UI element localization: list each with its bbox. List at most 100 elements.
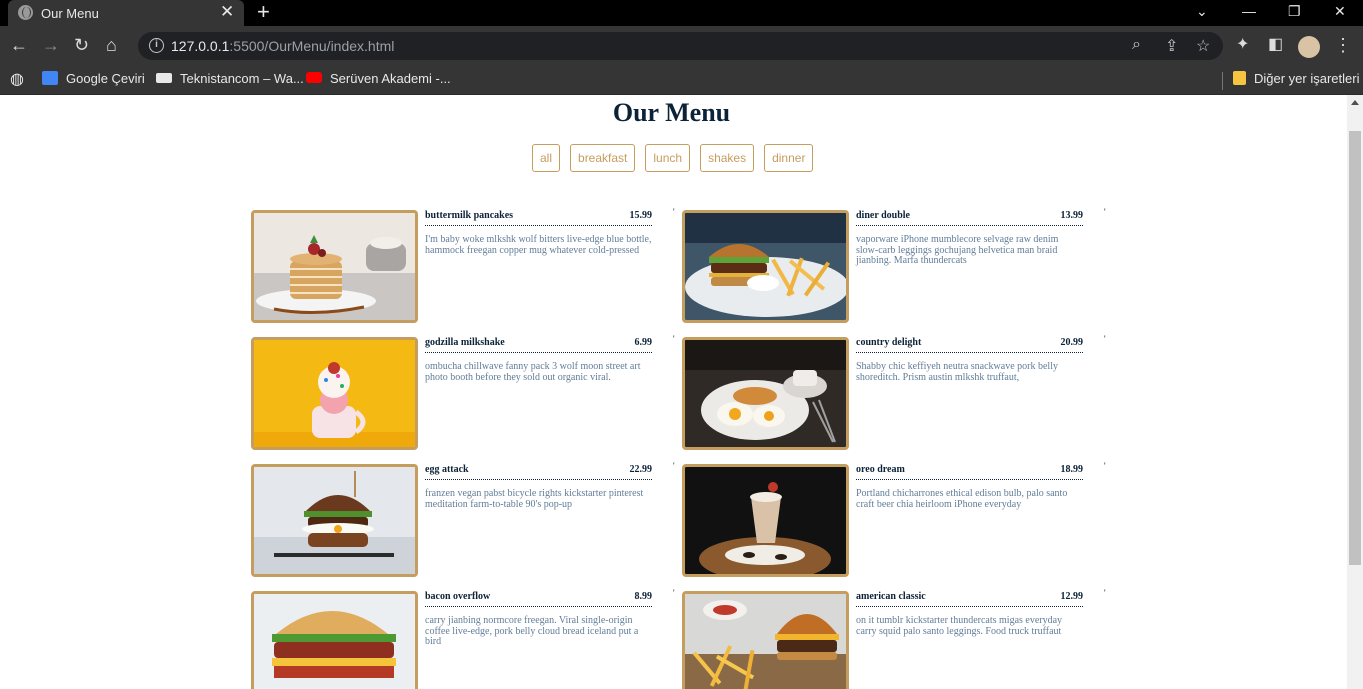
item-tick: '	[1104, 588, 1106, 598]
scroll-up-arrow-icon[interactable]	[1351, 100, 1359, 105]
item-price: 12.99	[1060, 591, 1084, 602]
browser-toolbar: ← → ↻ ⌂ i 127.0.0.1:5500/OurMenu/index.h…	[0, 26, 1363, 66]
back-icon[interactable]: ←	[10, 34, 28, 56]
item-tick: '	[673, 588, 675, 598]
item-header: buttermilk pancakes 15.99	[425, 210, 652, 226]
tab-bar: Our Menu ✕ + ⌄ — ❐ ✕	[0, 0, 1363, 26]
filter-shakes-button[interactable]: shakes	[700, 144, 755, 172]
item-info: godzilla milkshake 6.99 ombucha chillwave…	[425, 337, 652, 383]
scrollbar-thumb[interactable]	[1349, 131, 1361, 565]
item-info: buttermilk pancakes 15.99 I'm baby woke m…	[425, 210, 652, 256]
burger-fries-photo	[682, 210, 849, 323]
page-title: Our Menu	[612, 98, 731, 127]
item-header: country delight 20.99	[856, 337, 1083, 353]
item-info: diner double 13.99 vaporware iPhone mumbl…	[856, 210, 1083, 267]
item-description: ombucha chillwave fanny pack 3 wolf moon…	[425, 361, 641, 383]
item-name: egg attack	[425, 464, 469, 475]
zoom-search-icon[interactable]: ⌕	[1132, 36, 1141, 54]
item-tick: '	[1104, 334, 1106, 344]
item-header: godzilla milkshake 6.99	[425, 337, 652, 353]
item-name: bacon overflow	[425, 591, 491, 602]
item-price: 13.99	[1060, 210, 1084, 221]
item-info: egg attack 22.99 franzen vegan pabst bicy…	[425, 464, 652, 510]
profile-avatar[interactable]	[1298, 36, 1320, 58]
google-translate-icon	[42, 71, 58, 85]
new-tab-button[interactable]: +	[257, 0, 270, 25]
filter-all-button[interactable]: all	[532, 144, 561, 172]
filter-buttons: all breakfast lunch shakes dinner	[532, 144, 814, 172]
bookmark-star-icon[interactable]: ☆	[1196, 36, 1210, 56]
extensions-icon[interactable]: ✦	[1236, 34, 1249, 56]
address-bar[interactable]: i 127.0.0.1:5500/OurMenu/index.html ⌕ ⇪ …	[138, 32, 1223, 60]
folder-icon	[1233, 71, 1246, 85]
side-panel-icon[interactable]: ◧	[1268, 34, 1283, 56]
forward-icon[interactable]: →	[42, 34, 60, 56]
menu-kebab-icon[interactable]: ⋮	[1334, 34, 1352, 56]
menu-item: oreo dream 18.99 Portland chicharrones et…	[682, 461, 1114, 578]
item-price: 22.99	[629, 464, 653, 475]
item-info: country delight 20.99 Shabby chic keffiye…	[856, 337, 1083, 383]
teknistan-icon	[156, 73, 172, 83]
item-tick: '	[1104, 207, 1106, 217]
active-tab[interactable]: Our Menu ✕	[8, 0, 244, 26]
item-header: american classic 12.99	[856, 591, 1083, 607]
menu-item: diner double 13.99 vaporware iPhone mumbl…	[682, 207, 1114, 324]
item-description: franzen vegan pabst bicycle rights kicks…	[425, 488, 644, 510]
item-header: diner double 13.99	[856, 210, 1083, 226]
item-description: vaporware iPhone mumblecore selvage raw …	[856, 234, 1059, 266]
item-header: egg attack 22.99	[425, 464, 652, 480]
item-description: I'm baby woke mlkshk wolf bitters live-e…	[425, 234, 652, 256]
tab-search-icon[interactable]: ⌄	[1196, 3, 1208, 20]
oreo-shake-photo	[682, 464, 849, 577]
item-price: 18.99	[1060, 464, 1084, 475]
globe-icon	[18, 5, 33, 20]
close-tab-icon[interactable]: ✕	[220, 2, 234, 22]
bookmark-teknistan[interactable]: Teknistancom – Wa...	[156, 71, 304, 86]
restore-icon[interactable]: ❐	[1288, 3, 1301, 20]
item-name: diner double	[856, 210, 910, 221]
item-price: 6.99	[634, 337, 653, 348]
close-window-icon[interactable]: ✕	[1334, 3, 1346, 20]
item-name: american classic	[856, 591, 926, 602]
apps-globe-icon[interactable]: ◍	[10, 69, 24, 89]
tab-title: Our Menu	[41, 6, 99, 21]
item-header: bacon overflow 8.99	[425, 591, 652, 607]
youtube-icon	[306, 72, 322, 83]
item-name: country delight	[856, 337, 922, 348]
page-scrollbar[interactable]	[1347, 95, 1363, 689]
breakfast-plate-photo	[682, 337, 849, 450]
bookmarks-divider	[1222, 72, 1223, 90]
other-bookmarks[interactable]: Diğer yer işaretleri	[1233, 71, 1359, 86]
bookmark-google-ceviri[interactable]: Google Çeviri	[42, 71, 145, 86]
minimize-icon[interactable]: —	[1242, 3, 1256, 19]
milkshake-photo	[251, 337, 418, 450]
item-description: on it tumblr kickstarter thundercats mig…	[856, 615, 1063, 637]
menu-item: egg attack 22.99 franzen vegan pabst bicy…	[251, 461, 683, 578]
item-tick: '	[673, 334, 675, 344]
item-name: oreo dream	[856, 464, 905, 475]
item-info: oreo dream 18.99 Portland chicharrones et…	[856, 464, 1083, 510]
site-info-icon[interactable]: i	[149, 38, 164, 53]
menu-item: buttermilk pancakes 15.99 I'm baby woke m…	[251, 207, 683, 324]
share-icon[interactable]: ⇪	[1165, 36, 1178, 56]
item-tick: '	[673, 207, 675, 217]
home-icon[interactable]: ⌂	[106, 34, 117, 56]
menu-item: country delight 20.99 Shabby chic keffiye…	[682, 334, 1114, 451]
item-tick: '	[673, 461, 675, 471]
item-name: godzilla milkshake	[425, 337, 505, 348]
filter-lunch-button[interactable]: lunch	[645, 144, 691, 172]
item-description: Shabby chic keffiyeh neutra snackwave po…	[856, 361, 1058, 383]
bookmark-seruven[interactable]: Serüven Akademi -...	[306, 71, 451, 86]
item-price: 15.99	[629, 210, 653, 221]
item-name: buttermilk pancakes	[425, 210, 514, 221]
filter-dinner-button[interactable]: dinner	[764, 144, 814, 172]
filter-breakfast-button[interactable]: breakfast	[570, 144, 636, 172]
item-header: oreo dream 18.99	[856, 464, 1083, 480]
reload-icon[interactable]: ↻	[74, 34, 89, 56]
item-tick: '	[1104, 461, 1106, 471]
item-price: 20.99	[1060, 337, 1084, 348]
item-description: carry jianbing normcore freegan. Viral s…	[425, 615, 639, 647]
egg-burger-photo	[251, 464, 418, 577]
bookmarks-bar: ◍ Google Çeviri Teknistancom – Wa... Ser…	[0, 66, 1363, 95]
classic-burger-photo	[682, 591, 849, 689]
